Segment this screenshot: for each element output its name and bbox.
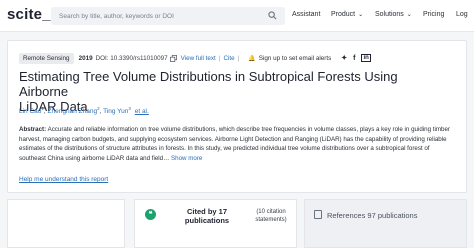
quote-icon: ❝ <box>145 209 156 220</box>
author-affiliation-number: 2 <box>97 106 100 111</box>
side-panel <box>7 199 125 248</box>
et-al-link[interactable]: et al. <box>135 108 149 115</box>
nav-product[interactable]: Product ⌄ <box>331 11 363 18</box>
search-input[interactable] <box>51 7 285 25</box>
view-full-text-link[interactable]: View full text <box>181 55 216 62</box>
references-label: References 97 publications <box>327 211 418 220</box>
document-icon <box>314 210 322 219</box>
author-link[interactable]: Zhengnan Zhang <box>48 108 98 115</box>
email-alerts-link[interactable]: Sign up to set email alerts <box>259 55 331 62</box>
show-more-link[interactable]: Show more <box>171 155 202 162</box>
references-tab[interactable]: References 97 publications <box>304 199 467 248</box>
abstract-text: Accurate and reliable information on tre… <box>19 126 450 162</box>
nav-product-label: Product <box>331 11 356 18</box>
search-icon[interactable] <box>268 11 277 20</box>
author-link[interactable]: Ting Yun <box>103 108 128 115</box>
doi-text: DOI: 10.3390/rs11010097 <box>95 54 168 62</box>
top-navigation-bar: scite_ Assistant Product⌄ Solutions⌄ Pri… <box>0 0 474 32</box>
cite-link[interactable]: Cite <box>223 55 234 62</box>
scite-logo[interactable]: scite_ <box>7 6 51 23</box>
paper-card: Remote Sensing 2019 DOI: 10.3390/rs11010… <box>7 40 467 193</box>
nav-pricing[interactable]: Pricing <box>423 11 444 18</box>
twitter-icon[interactable]: ✦ <box>341 54 347 62</box>
paper-meta-row: Remote Sensing 2019 DOI: 10.3390/rs11010… <box>19 52 371 64</box>
separator: | <box>237 54 240 62</box>
journal-tag[interactable]: Remote Sensing <box>19 52 74 64</box>
paper-title-line: Estimating Tree Volume Distributions in … <box>19 69 398 99</box>
nav-solutions-label: Solutions <box>375 11 404 18</box>
facebook-icon[interactable]: f <box>353 55 355 62</box>
cited-by-label: Cited by 17 publications <box>184 207 230 225</box>
chevron-down-icon: ⌄ <box>406 12 412 18</box>
nav-login-label: Log <box>456 11 468 18</box>
nav-pricing-label: Pricing <box>423 11 445 18</box>
author-list: Lin Cao1, Zhengnan Zhang2, Ting Yun3 et … <box>19 106 149 116</box>
bell-icon[interactable]: 🔔 <box>248 55 255 62</box>
publication-year: 2019 <box>78 54 93 62</box>
author-affiliation-number: 3 <box>128 106 131 111</box>
abstract: Abstract: Accurate and reliable informat… <box>19 125 457 163</box>
chevron-down-icon: ⌄ <box>358 12 364 18</box>
author-link[interactable]: Lin Cao <box>19 108 41 115</box>
help-understand-link[interactable]: Help me understand this report <box>19 176 108 183</box>
abstract-label: Abstract: <box>19 126 47 133</box>
nav-assistant-label: Assistant <box>292 11 321 18</box>
citation-statements-count: (10 citation statements) <box>255 209 287 223</box>
nav-assistant[interactable]: Assistant <box>292 11 320 18</box>
copy-icon[interactable] <box>169 54 177 62</box>
cited-by-tab[interactable]: ❝ Cited by 17 publications (10 citation … <box>134 199 297 248</box>
nav-login[interactable]: Log <box>456 11 468 18</box>
author-affiliation-number: 1 <box>41 106 44 111</box>
linkedin-icon[interactable]: in <box>361 54 371 62</box>
separator: | <box>218 54 221 62</box>
nav-solutions[interactable]: Solutions ⌄ <box>375 11 412 18</box>
